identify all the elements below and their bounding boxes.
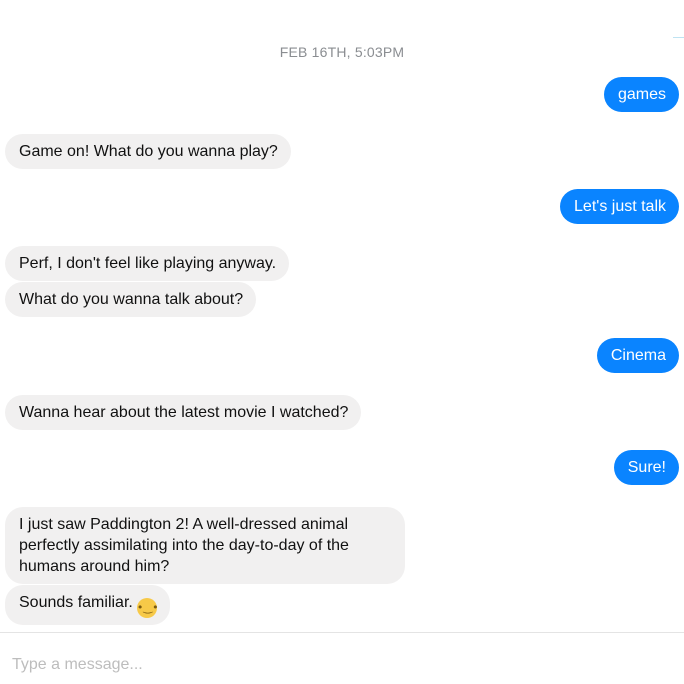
bot-message-bubble: Game on! What do you wanna play?	[5, 134, 291, 169]
user-message-bubble: games	[603, 77, 679, 112]
bot-message-bubble: Perf, I don't feel like playing anyway.	[5, 246, 290, 281]
message-composer	[0, 632, 684, 684]
conversation-timestamp: FEB 16TH, 5:03PM	[279, 44, 405, 60]
message-input[interactable]	[12, 652, 672, 678]
user-message-bubble: Cinema	[596, 338, 679, 373]
corner-indicator	[673, 37, 684, 38]
bot-message-text: Sounds familiar.	[19, 594, 133, 611]
thinking-face-emoji-icon: •‿•	[136, 598, 159, 618]
user-message-bubble: Sure!	[613, 450, 679, 485]
bot-message-bubble: Sounds familiar. •‿•	[5, 585, 170, 625]
chat-thread: FEB 16TH, 5:03PM games Game on! What do …	[0, 0, 684, 632]
bot-message-bubble: I just saw Paddington 2! A well-dressed …	[5, 507, 405, 584]
user-message-bubble: Let's just talk	[560, 189, 679, 224]
bot-message-bubble: What do you wanna talk about?	[5, 282, 257, 317]
bot-message-bubble: Wanna hear about the latest movie I watc…	[5, 395, 362, 430]
